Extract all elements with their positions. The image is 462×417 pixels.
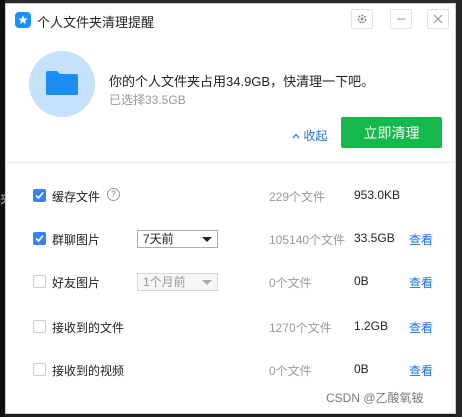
list-item-friend-images: 好友图片 1个月前 0个文件 0B 查看 [6,272,455,292]
file-count: 0个文件 [269,276,312,290]
item-label: 群聊图片 [52,233,101,247]
watermark-text: CSDN @乙酸氧铍 [326,391,424,405]
settings-button[interactable] [351,9,373,29]
item-label: 好友图片 [52,276,101,290]
group-images-checkbox[interactable] [33,232,46,245]
dialog-title: 个人文件夹清理提醒 [37,15,155,30]
minimize-icon [397,18,405,20]
list-item-received-videos: 接收到的视频 0个文件 0B 查看 [6,360,455,380]
file-count: 229个文件 [269,190,326,204]
dropdown-caret-icon [202,280,212,285]
file-size: 0B [354,274,369,288]
background-window-edge-right [456,0,462,417]
friend-images-checkbox[interactable] [33,275,46,288]
summary-panel: 你的个人文件夹占用34.9GB，快清理一下吧。 已选择33.5GB 收起 立即清… [6,36,455,163]
view-link[interactable]: 查看 [409,319,433,336]
close-button[interactable] [427,9,449,29]
app-logo-icon [15,12,31,28]
storage-usage-message: 你的个人文件夹占用34.9GB，快清理一下吧。 [109,74,375,89]
file-size: 0B [354,362,369,376]
dropdown-value: 7天前 [143,232,174,246]
dropdown-caret-icon [202,237,212,242]
item-label: 接收到的文件 [52,321,125,335]
collapse-label: 收起 [303,129,328,143]
list-item-received-files: 接收到的文件 1270个文件 1.2GB 查看 [6,317,455,337]
dropdown-value: 1个月前 [143,275,186,289]
cache-files-checkbox[interactable] [33,189,46,202]
minimize-button[interactable] [390,9,412,29]
file-count: 105140个文件 [269,233,346,247]
item-label: 接收到的视频 [52,364,125,378]
file-count: 1270个文件 [269,321,332,335]
item-label: 缓存文件 [52,190,101,204]
file-count: 0个文件 [269,364,312,378]
list-item-group-images: 群聊图片 7天前 105140个文件 33.5GB 查看 [6,229,455,249]
clean-now-button[interactable]: 立即清理 [341,117,442,148]
gear-icon [357,14,367,24]
title-bar[interactable]: 个人文件夹清理提醒 [6,4,455,36]
received-files-checkbox[interactable] [33,320,46,333]
group-images-time-dropdown[interactable]: 7天前 [137,230,218,248]
checkmark-icon [35,234,44,243]
view-link[interactable]: 查看 [409,274,433,291]
close-icon [433,14,443,24]
folder-icon [46,71,78,95]
help-icon[interactable]: ? [107,188,120,201]
list-item-cache-files: 缓存文件 ? 229个文件 953.0KB [6,186,455,206]
collapse-link[interactable]: 收起 [292,127,327,144]
checkmark-icon [35,191,44,200]
file-size: 33.5GB [354,231,395,245]
folder-badge [29,51,95,117]
file-size: 1.2GB [354,319,389,333]
selected-size-text: 已选择33.5GB [109,93,186,107]
cleanup-dialog: 个人文件夹清理提醒 你的个人文件夹占用34.9GB，快清理一下吧。 已选择33.… [5,3,456,414]
file-size: 953.0KB [354,188,401,202]
view-link[interactable]: 查看 [409,231,433,248]
received-videos-checkbox[interactable] [33,363,46,376]
friend-images-time-dropdown: 1个月前 [137,273,218,291]
view-link[interactable]: 查看 [409,362,433,379]
chevron-up-icon [292,133,300,139]
